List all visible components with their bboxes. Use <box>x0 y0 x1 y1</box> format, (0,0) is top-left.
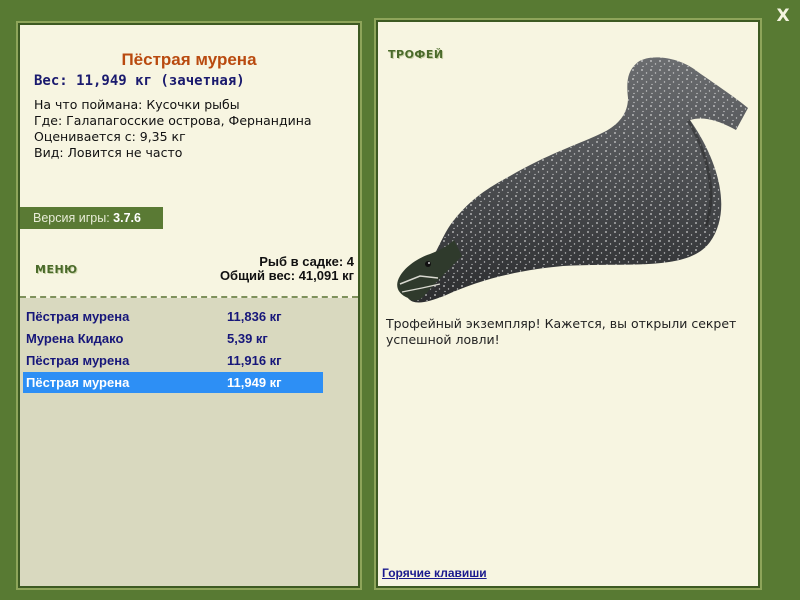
catch-list: Пёстрая мурена 11,836 кг Мурена Кидако 5… <box>20 298 358 586</box>
catch-weight: 11,949 кг <box>227 375 282 390</box>
total-weight: Общий вес: 41,091 кг <box>219 268 354 283</box>
fish-count: Рыб в садке: 4 <box>259 254 354 269</box>
catch-weight: 5,39 кг <box>227 331 268 346</box>
hotkeys-link[interactable]: Горячие клавиши <box>382 566 487 580</box>
value-line: Оценивается с: 9,35 кг <box>34 129 186 144</box>
fish-info-panel: Пёстрая мурена Вес: 11,949 кг (зачетная)… <box>18 23 360 588</box>
moray-eel-image <box>397 57 748 303</box>
eel-body <box>406 57 748 303</box>
fish-name: Пёстрая мурена <box>121 50 257 69</box>
version-label: Версия игры: <box>33 211 110 225</box>
close-button[interactable]: X <box>772 5 794 27</box>
catch-row-selected[interactable]: Пёстрая мурена 11,949 кг <box>23 372 323 393</box>
fish-weight: Вес: 11,949 кг (зачетная) <box>34 73 245 89</box>
trophy-panel: ТРОФЕЙ Трофейный экземпляр! Кажется, вы … <box>376 20 760 588</box>
game-window: X Пёстрая мурена Вес: 11,949 кг (зачетна… <box>0 0 800 600</box>
catch-weight: 11,916 кг <box>227 353 282 368</box>
bait-line: На что поймана: Кусочки рыбы <box>34 97 240 112</box>
menu-button[interactable]: МЕНЮ <box>35 263 78 276</box>
trophy-description: Трофейный экземпляр! Кажется, вы открыли… <box>386 316 737 347</box>
catch-name: Пёстрая мурена <box>26 353 130 368</box>
catch-row[interactable]: Пёстрая мурена 11,836 кг <box>23 306 323 327</box>
catch-name: Пёстрая мурена <box>26 309 130 324</box>
version-value: 3.7.6 <box>113 211 141 225</box>
rarity-line: Вид: Ловится не часто <box>34 145 183 160</box>
version-badge: Версия игры: 3.7.6 <box>20 207 163 229</box>
catch-row[interactable]: Пёстрая мурена 11,916 кг <box>23 350 323 371</box>
location-line: Где: Галапагосские острова, Фернандина <box>34 113 312 128</box>
catch-row[interactable]: Мурена Кидако 5,39 кг <box>23 328 323 349</box>
catch-weight: 11,836 кг <box>227 309 282 324</box>
catch-name: Мурена Кидако <box>26 331 124 346</box>
catch-name: Пёстрая мурена <box>26 375 130 390</box>
